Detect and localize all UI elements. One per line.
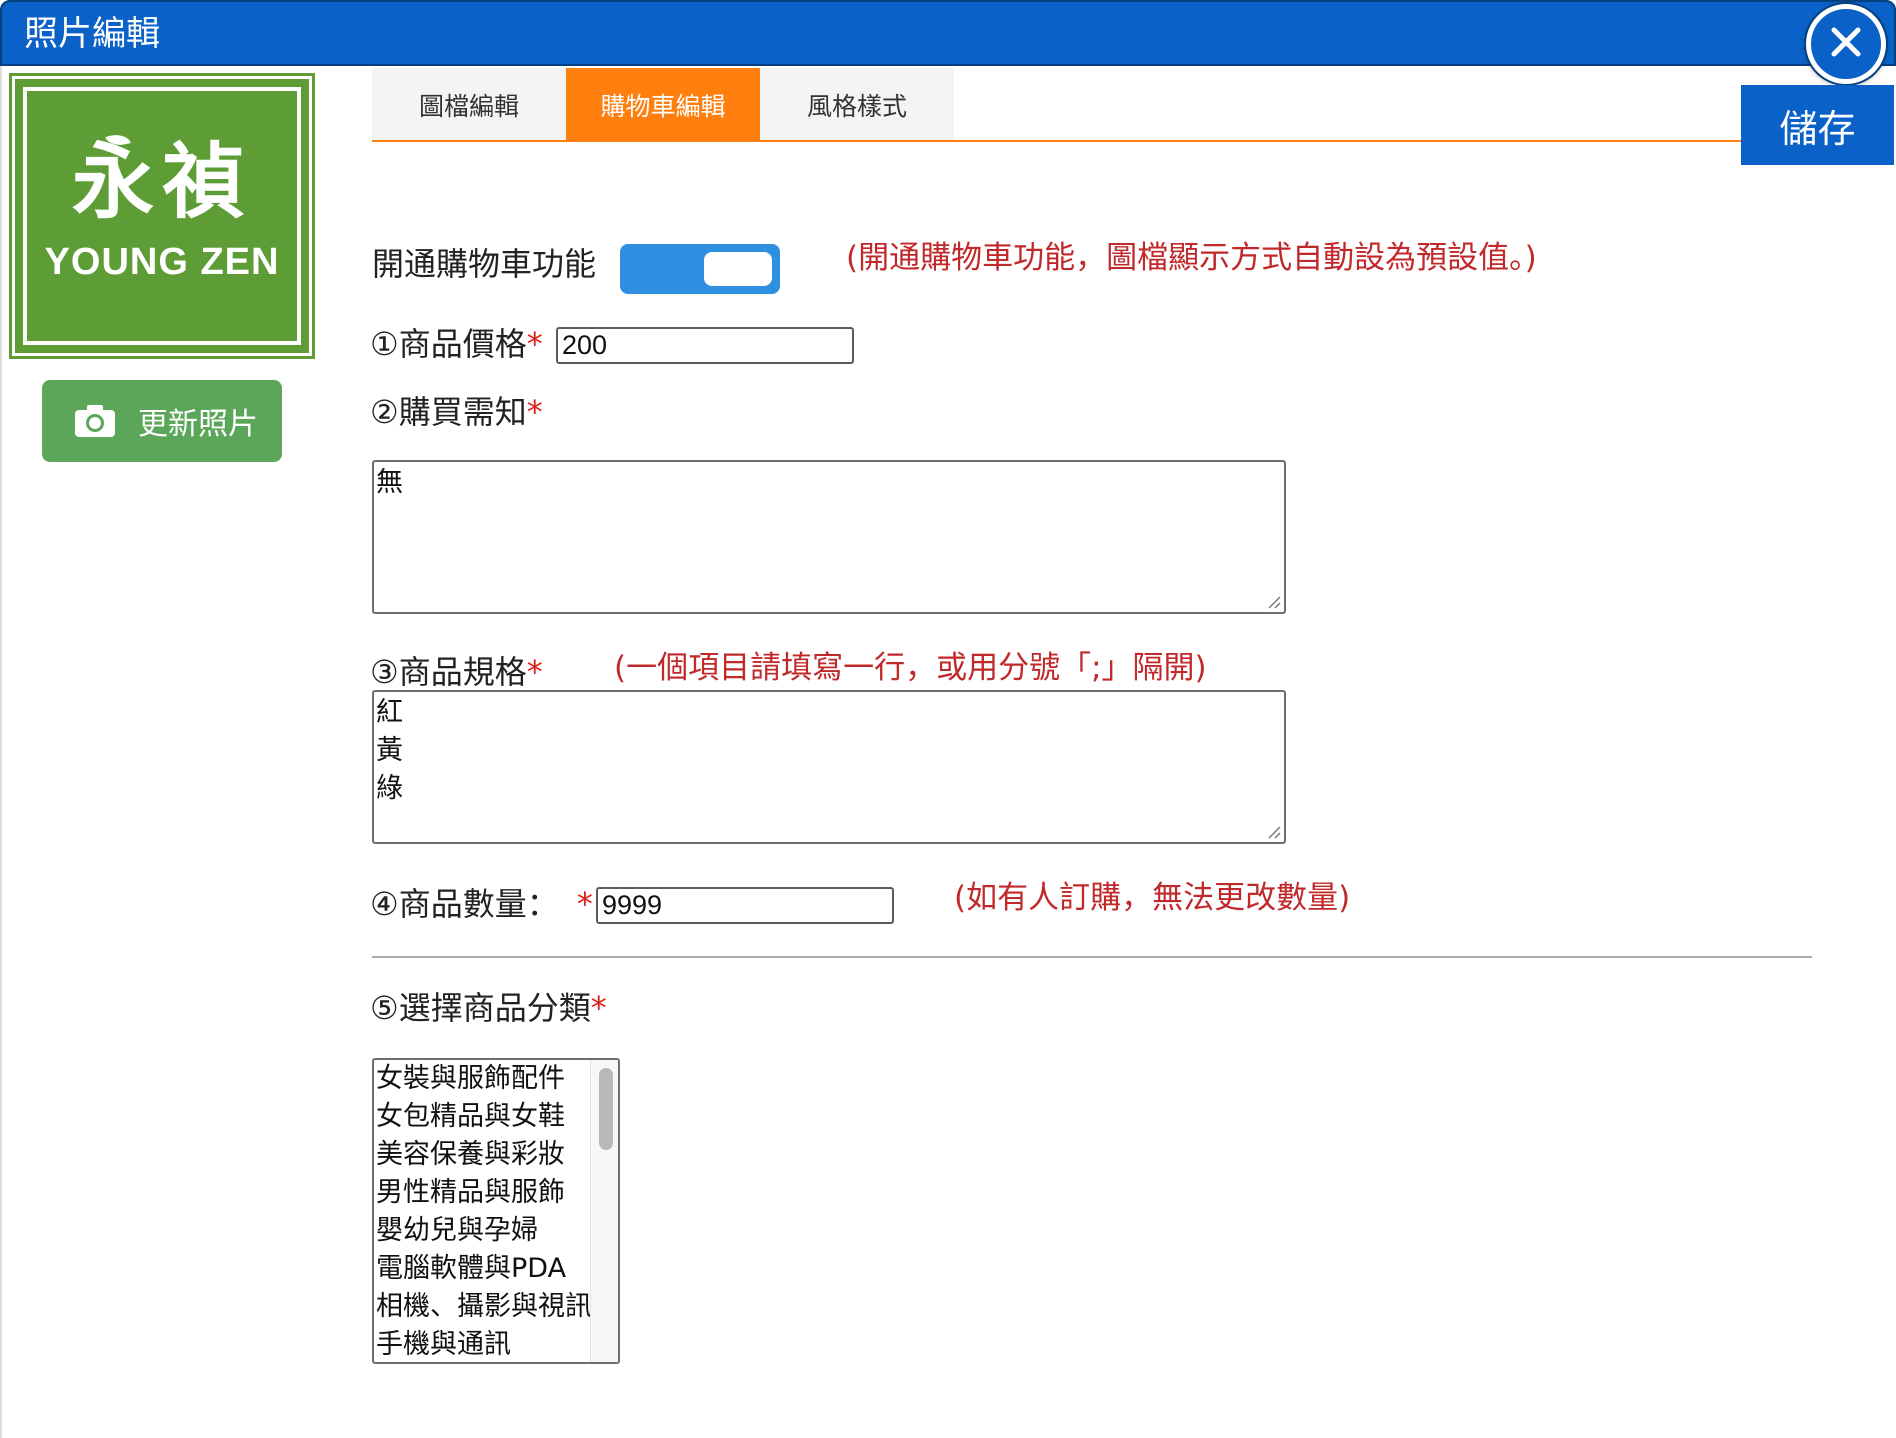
update-photo-label: 更新照片 [138, 407, 258, 442]
category-option[interactable]: 手機與通訊 [374, 1326, 618, 1362]
category-option[interactable]: 女裝與服飾配件 [374, 1060, 618, 1098]
window-title: 照片編輯 [24, 14, 160, 54]
close-icon [1826, 22, 1866, 66]
spec-note: (一個項目請填寫一行，或用分號「;」隔開) [614, 650, 1207, 686]
required-marker: * [576, 885, 593, 923]
category-option[interactable]: 電腦軟體與PDA [374, 1250, 618, 1288]
update-photo-button[interactable]: 更新照片 [42, 380, 282, 462]
resize-grip-icon[interactable] [1265, 823, 1281, 839]
category-listbox[interactable]: 女裝與服飾配件 女包精品與女鞋 美容保養與彩妝 男性精品與服飾 嬰幼兒與孕婦 電… [372, 1058, 620, 1364]
category-label: ⑤選擇商品分類* [370, 988, 607, 1028]
spec-textarea[interactable]: 紅 黃 綠 [372, 690, 1286, 844]
category-option[interactable]: 女包精品與女鞋 [374, 1098, 618, 1136]
logo-text-en: YOUNG ZEN [44, 241, 280, 283]
category-label-text: ⑤選擇商品分類 [370, 989, 591, 1027]
tab-bar: 圖檔編輯 購物車編輯 風格樣式 [372, 68, 954, 142]
tab-underline [372, 140, 1742, 142]
toggle-knob [704, 252, 772, 286]
product-photo: 永禎 YOUNG ZEN [12, 76, 312, 356]
required-marker: * [526, 325, 543, 363]
category-option[interactable]: 相機、攝影與視訊 [374, 1288, 618, 1326]
price-label-text: ①商品價格 [370, 325, 527, 363]
cart-toggle-note: (開通購物車功能，圖檔顯示方式自動設為預設值。) [846, 240, 1537, 276]
quantity-label-text: ④商品數量： [370, 885, 559, 923]
textarea-line: 紅 [376, 697, 403, 728]
resize-grip-icon[interactable] [1265, 593, 1281, 609]
price-label: ①商品價格* [370, 324, 543, 364]
tab-image-edit[interactable]: 圖檔編輯 [372, 68, 566, 142]
price-input[interactable]: 200 [556, 327, 854, 364]
close-button[interactable] [1806, 4, 1886, 84]
quantity-note: (如有人訂購，無法更改數量) [954, 880, 1351, 916]
cart-toggle-label: 開通購物車功能 [372, 245, 597, 283]
section-divider [372, 956, 1812, 958]
listbox-scrollbar[interactable] [590, 1060, 618, 1362]
category-option[interactable]: 美容保養與彩妝 [374, 1136, 618, 1174]
category-option[interactable]: 男性精品與服飾 [374, 1174, 618, 1212]
camera-icon [74, 404, 116, 438]
textarea-line: 綠 [376, 773, 403, 804]
category-option[interactable]: 嬰幼兒與孕婦 [374, 1212, 618, 1250]
required-marker: * [526, 653, 543, 691]
required-marker: * [590, 989, 607, 1027]
spec-label-text: ③商品規格 [370, 653, 527, 691]
required-marker: * [526, 393, 543, 431]
purchase-notes-textarea[interactable]: 無 [372, 460, 1286, 614]
quantity-input[interactable]: 9999 [596, 887, 894, 924]
purchase-notes-label-text: ②購買需知 [370, 393, 527, 431]
textarea-line: 黃 [376, 735, 403, 766]
spec-label: ③商品規格* [370, 652, 543, 692]
textarea-line: 無 [376, 467, 403, 498]
scroll-thumb[interactable] [599, 1068, 613, 1150]
purchase-notes-label: ②購買需知* [370, 392, 543, 432]
cart-toggle-switch[interactable] [620, 244, 780, 294]
tab-style[interactable]: 風格樣式 [760, 68, 954, 142]
save-button[interactable]: 儲存 [1741, 85, 1894, 165]
window-titlebar: 照片編輯 [0, 0, 1896, 66]
window-border [0, 66, 2, 1438]
quantity-label: ④商品數量： * [370, 884, 593, 924]
tab-cart-edit[interactable]: 購物車編輯 [566, 68, 760, 142]
logo-text-cjk: 永禎 [71, 134, 252, 230]
